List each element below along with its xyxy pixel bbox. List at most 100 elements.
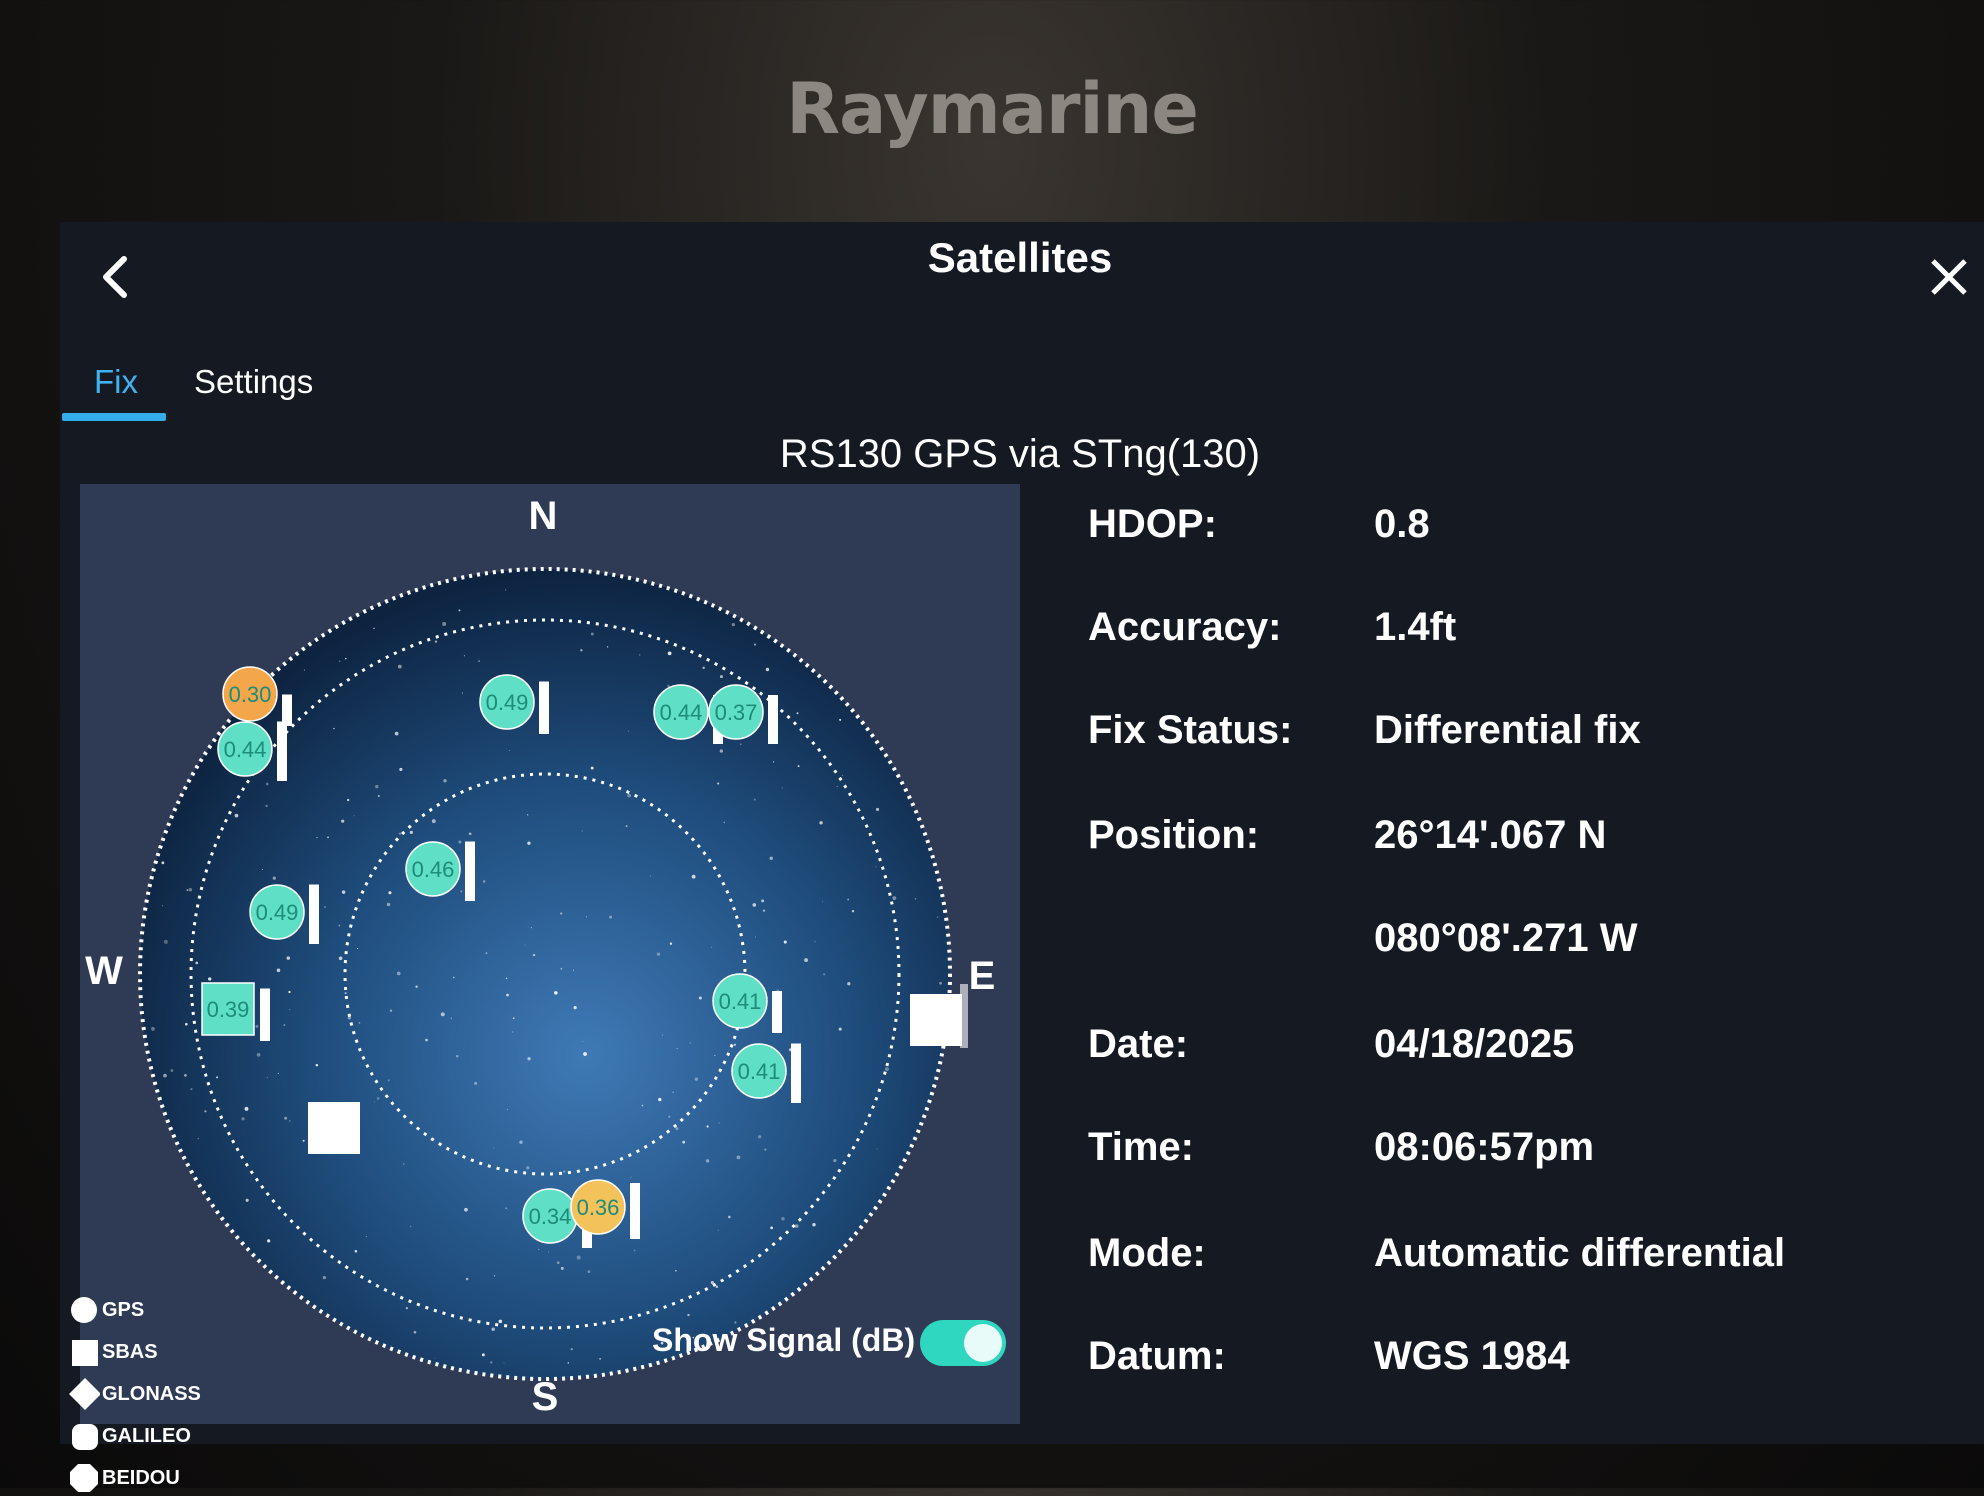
star	[463, 655, 465, 657]
star	[551, 1320, 553, 1322]
star	[327, 836, 329, 839]
fix-info-panel: HDOP: 0.8 Accuracy: 1.4ft Fix Status: Di…	[1088, 502, 1786, 1378]
star	[234, 813, 239, 818]
star	[468, 832, 472, 836]
star	[710, 946, 713, 948]
star	[345, 657, 347, 660]
star	[373, 627, 375, 630]
star	[627, 730, 629, 732]
star	[580, 649, 583, 652]
gps-source-title: RS130 GPS via STng(130)	[779, 432, 1261, 476]
star	[649, 875, 651, 877]
star	[505, 1207, 508, 1210]
star	[667, 684, 670, 688]
star	[403, 1163, 405, 1165]
star	[556, 1261, 560, 1264]
star	[627, 793, 632, 798]
star	[548, 1251, 550, 1253]
star	[376, 1097, 380, 1100]
star	[560, 912, 563, 915]
star	[838, 1027, 842, 1031]
star	[689, 1042, 691, 1044]
star	[609, 915, 613, 919]
star	[839, 718, 842, 721]
star	[842, 774, 844, 776]
star	[461, 692, 463, 694]
star	[289, 1120, 291, 1122]
star	[498, 1319, 503, 1324]
star	[590, 766, 594, 770]
star	[455, 1055, 459, 1058]
star	[303, 669, 305, 671]
star	[452, 976, 455, 979]
close-button[interactable]	[1914, 242, 1984, 312]
star	[341, 819, 345, 823]
star	[796, 712, 799, 715]
sbas-marker[interactable]	[308, 1102, 360, 1154]
satellite-label: 0.41	[719, 989, 762, 1014]
star	[847, 898, 850, 901]
star	[625, 825, 628, 828]
star	[442, 622, 447, 626]
star	[151, 1026, 155, 1031]
star	[272, 876, 276, 880]
star	[694, 1077, 699, 1081]
star	[288, 990, 291, 994]
satellite-label: 0.44	[224, 737, 267, 762]
star	[723, 821, 726, 824]
star	[715, 1285, 719, 1289]
signal-bar	[260, 988, 270, 1041]
star	[585, 916, 587, 918]
star	[163, 1073, 167, 1078]
star	[365, 1236, 367, 1238]
star	[506, 993, 509, 997]
octagon-icon	[68, 1462, 100, 1494]
star	[714, 1054, 716, 1057]
star	[374, 1101, 375, 1103]
star	[338, 660, 341, 663]
satellite-label: 0.39	[207, 997, 250, 1022]
star	[590, 632, 594, 636]
star	[527, 841, 531, 845]
tab-fix[interactable]: Fix	[94, 332, 138, 442]
tab-settings[interactable]: Settings	[194, 332, 313, 442]
compass-east: E	[969, 954, 996, 998]
star	[283, 1024, 286, 1027]
signal-bar	[282, 694, 292, 726]
star	[245, 1198, 249, 1202]
star	[554, 991, 558, 995]
star	[530, 926, 532, 929]
star	[185, 1022, 188, 1026]
star	[396, 971, 401, 976]
star	[506, 1108, 509, 1111]
star	[195, 961, 199, 965]
star	[892, 896, 897, 901]
star	[669, 942, 673, 945]
show-signal-toggle[interactable]	[920, 1320, 1006, 1366]
star	[503, 1362, 505, 1364]
star	[718, 1122, 720, 1124]
star	[289, 1009, 291, 1010]
star	[524, 944, 526, 946]
star	[265, 782, 269, 786]
signal-bar	[791, 1043, 801, 1103]
star	[255, 1024, 259, 1028]
star	[266, 1077, 268, 1079]
tab-bar: Fix Settings	[60, 332, 1984, 442]
star	[440, 1012, 445, 1017]
star	[265, 804, 268, 808]
star	[527, 814, 529, 816]
star	[772, 761, 775, 763]
sbas-marker[interactable]	[910, 994, 962, 1046]
star	[587, 1270, 591, 1273]
star	[347, 798, 350, 802]
star	[315, 1063, 319, 1067]
signal-bar	[465, 841, 475, 901]
star	[667, 651, 672, 656]
star	[526, 1166, 530, 1170]
tab-active-indicator	[62, 413, 166, 421]
star	[443, 779, 447, 783]
star	[162, 905, 164, 907]
star	[567, 1362, 570, 1364]
star	[389, 1009, 393, 1012]
